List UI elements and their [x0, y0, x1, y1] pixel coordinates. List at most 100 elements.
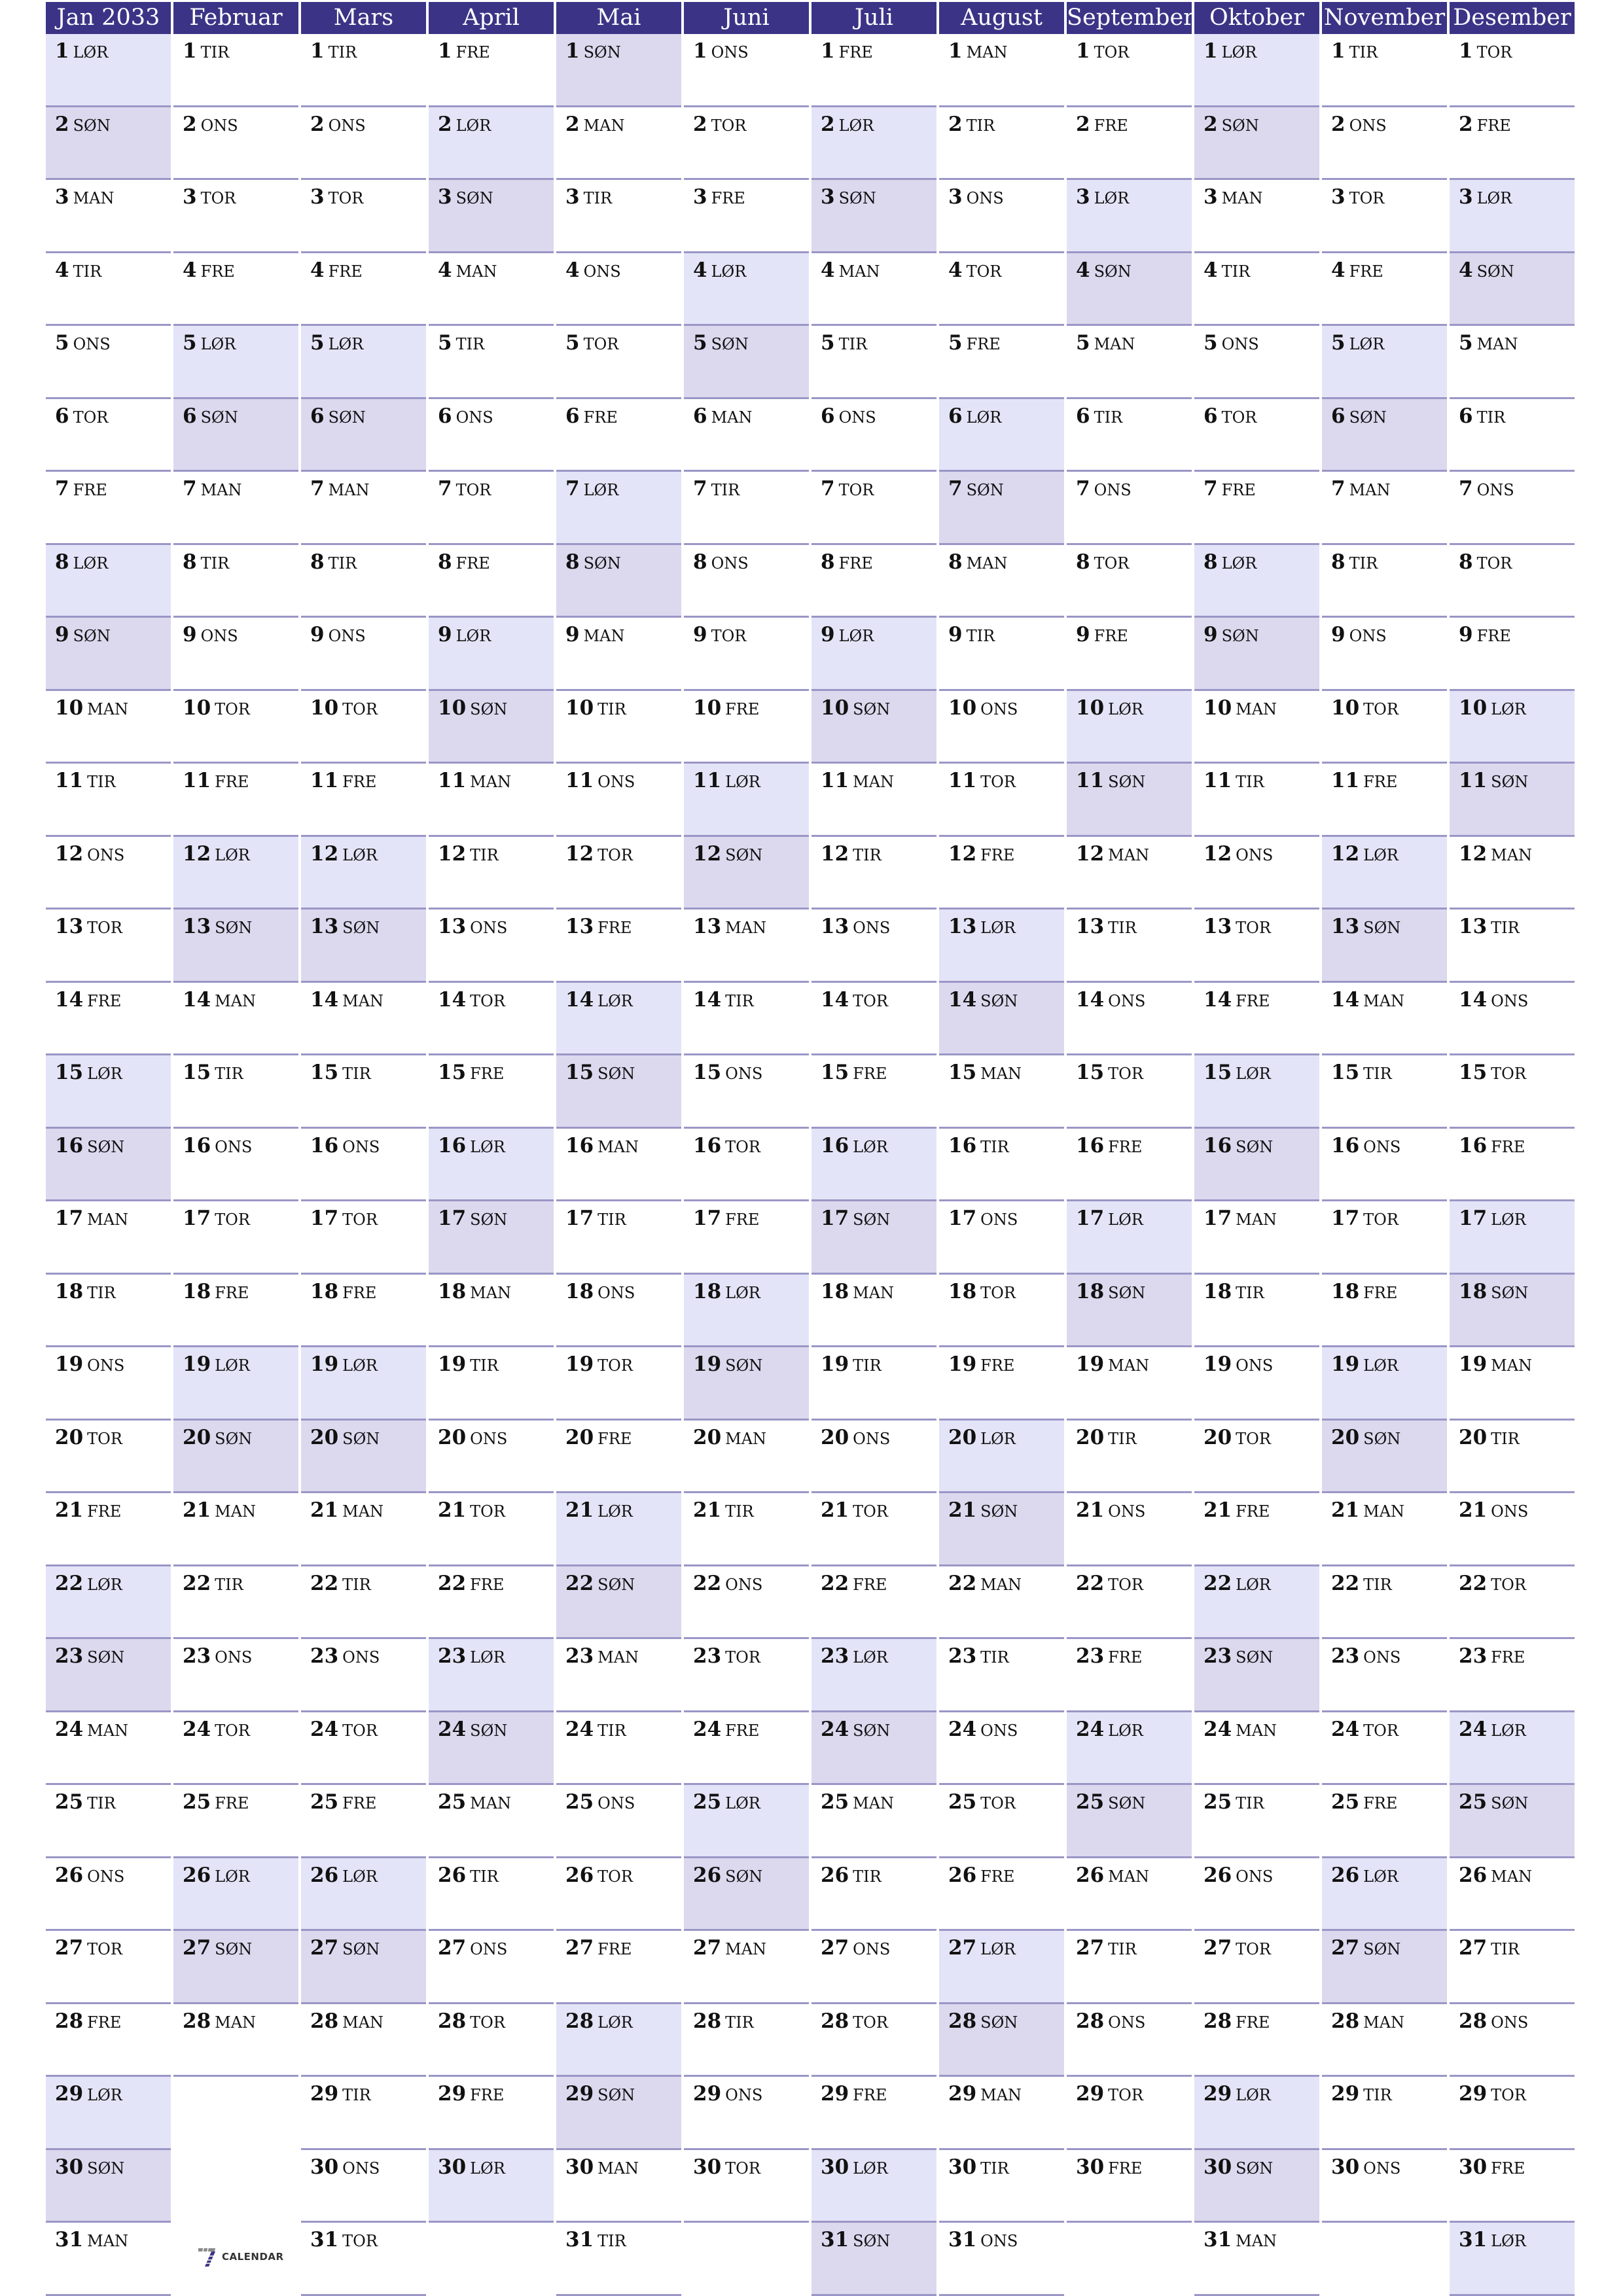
- weekday-abbrev: MAN: [1476, 335, 1518, 353]
- day-label: 31 SØN: [821, 2228, 890, 2252]
- day-cell: 4 FRE: [1322, 253, 1447, 326]
- day-label: 5 ONS: [1204, 331, 1259, 355]
- day-label: 22 TIR: [1331, 1572, 1392, 1595]
- weekday-abbrev: ONS: [1236, 1356, 1274, 1375]
- day-number: 28: [1076, 2009, 1105, 2033]
- weekday-abbrev: LØR: [87, 2086, 122, 2104]
- day-cell: 30 TIR: [939, 2150, 1064, 2223]
- day-number: 26: [183, 1863, 211, 1887]
- day-label: 15 TIR: [310, 1061, 371, 1084]
- day-cell: 11 MAN: [812, 764, 936, 837]
- day-cell: 24 SØN: [429, 1712, 554, 1785]
- day-cell: 10 TOR: [1322, 691, 1447, 764]
- day-number: 3: [310, 185, 325, 209]
- day-cell: 12 MAN: [1067, 837, 1192, 910]
- weekday-abbrev: FRE: [1236, 2013, 1270, 2032]
- day-number: 24: [1076, 1717, 1105, 1741]
- day-cell: 2 ONS: [173, 107, 298, 180]
- day-number: 7: [1331, 477, 1346, 501]
- weekday-abbrev: SØN: [1363, 919, 1401, 937]
- day-label: 26 TOR: [565, 1863, 633, 1887]
- day-label: 24 FRE: [693, 1718, 759, 1741]
- weekday-abbrev: SØN: [980, 1502, 1018, 1521]
- weekday-abbrev: SØN: [1108, 1794, 1146, 1812]
- day-number: 21: [1204, 1498, 1232, 1522]
- day-label: 19 MAN: [1459, 1352, 1532, 1376]
- day-cell: 10 TIR: [556, 691, 681, 764]
- day-cell: 2 LØR: [812, 107, 936, 180]
- weekday-abbrev: MAN: [853, 773, 895, 791]
- day-label: 11 FRE: [183, 769, 249, 792]
- day-label: 7 MAN: [183, 477, 241, 501]
- day-label: 8 LØR: [1204, 550, 1257, 574]
- day-label: 19 ONS: [55, 1352, 124, 1376]
- day-cell: 2 LØR: [429, 107, 554, 180]
- day-label: 20 SØN: [1331, 1426, 1400, 1449]
- day-label: 11 TIR: [1204, 769, 1264, 792]
- weekday-abbrev: FRE: [597, 1429, 632, 1448]
- day-label: 19 FRE: [948, 1352, 1014, 1376]
- day-label: 13 TIR: [1459, 915, 1520, 938]
- day-number: 29: [1331, 2082, 1360, 2106]
- weekday-abbrev: TIR: [980, 1648, 1009, 1667]
- day-label: 1 SØN: [565, 39, 621, 63]
- day-label: 22 TOR: [1459, 1572, 1526, 1595]
- day-cell: 29 MAN: [939, 2077, 1064, 2150]
- day-label: 14 ONS: [1459, 988, 1528, 1012]
- weekday-abbrev: TIR: [725, 991, 754, 1010]
- day-label: 27 SØN: [1331, 1936, 1400, 1960]
- day-number: 1: [821, 39, 835, 63]
- day-label: 2 ONS: [183, 113, 238, 136]
- day-number: 26: [310, 1863, 339, 1887]
- day-cell: 27 LØR: [939, 1931, 1064, 2004]
- weekday-abbrev: TOR: [1236, 919, 1271, 937]
- weekday-abbrev: FRE: [73, 481, 107, 499]
- day-cell: 7 FRE: [1194, 472, 1319, 545]
- weekday-abbrev: TOR: [1363, 1210, 1399, 1229]
- weekday-abbrev: MAN: [583, 627, 625, 645]
- day-cell: 21 TOR: [812, 1493, 936, 1566]
- weekday-abbrev: TOR: [87, 919, 122, 937]
- weekday-abbrev: TIR: [1476, 408, 1506, 427]
- weekday-abbrev: ONS: [73, 335, 111, 353]
- day-label: 6 TOR: [55, 404, 108, 428]
- day-cell: 24 LØR: [1067, 1712, 1192, 1785]
- day-number: 1: [948, 39, 963, 63]
- day-cell: 23 ONS: [301, 1639, 426, 1712]
- day-number: 16: [565, 1133, 594, 1157]
- weekday-abbrev: LØR: [1221, 554, 1257, 573]
- month-header: Jan 2033: [46, 2, 171, 34]
- weekday-abbrev: TIR: [1108, 919, 1137, 937]
- day-label: 13 FRE: [565, 915, 632, 938]
- day-label: 18 LØR: [693, 1280, 760, 1303]
- day-cell: 4 MAN: [429, 253, 554, 326]
- day-number: 23: [948, 1644, 977, 1668]
- day-label: 20 TIR: [1459, 1426, 1520, 1449]
- day-cell: 31 ONS: [939, 2223, 1064, 2296]
- day-cell: 11 TOR: [939, 764, 1064, 837]
- day-label: 19 TIR: [821, 1352, 882, 1376]
- weekday-abbrev: TIR: [470, 1356, 499, 1375]
- day-cell: 17 FRE: [684, 1201, 809, 1275]
- weekday-abbrev: LØR: [1491, 1210, 1526, 1229]
- weekday-abbrev: ONS: [980, 2232, 1018, 2250]
- day-label: 9 ONS: [1331, 623, 1387, 646]
- day-number: 5: [55, 331, 69, 355]
- day-number: 29: [693, 2082, 722, 2106]
- day-label: 19 TOR: [565, 1352, 633, 1376]
- weekday-abbrev: TIR: [597, 2232, 626, 2250]
- day-cell: 6 FRE: [556, 399, 681, 472]
- day-cell: 4 MAN: [812, 253, 936, 326]
- day-number: 3: [1331, 185, 1346, 209]
- day-number: 12: [948, 841, 977, 866]
- weekday-abbrev: TIR: [1221, 262, 1251, 281]
- day-cell: 29 LØR: [46, 2077, 171, 2150]
- day-cell: 29 TIR: [301, 2077, 426, 2150]
- day-cell: 9 ONS: [1322, 618, 1447, 691]
- weekday-abbrev: FRE: [980, 1356, 1015, 1375]
- day-number: 15: [1331, 1061, 1360, 1084]
- day-cell: 25 MAN: [812, 1785, 936, 1858]
- day-cell: 28 FRE: [46, 2004, 171, 2077]
- day-label: 20 TOR: [1204, 1426, 1271, 1449]
- day-label: 30 FRE: [1076, 2155, 1142, 2179]
